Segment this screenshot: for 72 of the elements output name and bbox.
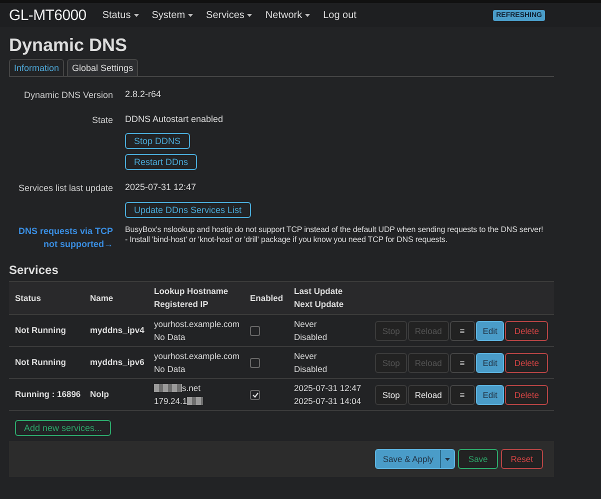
delete-button[interactable]: Delete	[505, 352, 548, 372]
more-button[interactable]: ≡	[450, 320, 475, 340]
edit-button[interactable]: Edit	[476, 352, 504, 372]
caret-icon	[247, 14, 252, 16]
hostname-cell-text: yourhost.example.com	[154, 350, 241, 362]
section-title: Services	[9, 263, 60, 277]
caret-icon	[188, 14, 194, 16]
warning-label[interactable]: DNS requests via TCP not supported→	[9, 225, 113, 251]
column-header: Last Update	[294, 285, 344, 298]
next-update-cell-text: Disabled	[294, 362, 328, 376]
delete-button[interactable]: Delete	[505, 320, 548, 340]
more-button[interactable]: ≡	[450, 352, 475, 372]
field-value: 2.8.2-r64	[125, 88, 162, 101]
reload-button[interactable]: Reload	[408, 384, 449, 404]
field-label: State	[90, 114, 113, 127]
redaction-mark	[154, 384, 182, 392]
status-cell-text: Not Running	[15, 324, 67, 337]
field-label: Services list last update	[17, 182, 113, 195]
action-button[interactable]: Stop DDNS	[125, 133, 190, 149]
last-update-cell-text: Never	[294, 318, 318, 330]
nav-menu-item[interactable]: Services	[206, 10, 252, 20]
nav-menu-item[interactable]: Status	[102, 10, 139, 20]
enabled-checkbox[interactable]	[250, 326, 260, 336]
enabled-checkbox[interactable]	[250, 358, 260, 368]
last-update-cell-text: Never	[294, 350, 318, 362]
nav-menu-item[interactable]: Log out	[323, 10, 356, 20]
redaction-mark	[187, 397, 204, 406]
warning-text: BusyBox's nslookup and hostip do not support TCP instead of the default UDP when sending requests to the DNS server!	[125, 225, 544, 235]
name-cell-text: myddns_ipv6	[90, 356, 146, 369]
status-cell-text: Running : 16896	[15, 388, 82, 401]
enabled-checkbox[interactable]	[250, 390, 260, 400]
router-brand[interactable]: GL-MT6000	[9, 6, 86, 24]
status-cell-text: Not Running	[15, 356, 67, 369]
edit-button[interactable]: Edit	[476, 384, 504, 404]
more-button[interactable]: ≡	[450, 384, 475, 404]
column-header: Status	[15, 292, 42, 304]
nav-menu-item[interactable]: Network	[265, 10, 310, 20]
ip-cell-text: No Data	[154, 330, 186, 344]
field-value: 2025-07-31 12:47	[125, 181, 198, 194]
caret-icon	[305, 14, 310, 16]
save-apply-button[interactable]: Save & Apply	[374, 449, 456, 469]
page-title: Dynamic DNS	[9, 35, 128, 56]
tab[interactable]: Information	[9, 59, 64, 76]
column-header: Name	[90, 292, 114, 304]
name-cell-text: myddns_ipv4	[90, 324, 146, 337]
ip-cell-text: No Data	[154, 362, 186, 376]
field-value: DDNS Autostart enabled	[125, 113, 224, 126]
hostname-cell: s.net	[154, 382, 250, 394]
edit-button[interactable]: Edit	[476, 320, 504, 340]
stop-button[interactable]: Stop	[375, 384, 407, 404]
add-service-button[interactable]: Add new services...	[15, 420, 112, 436]
action-button[interactable]: Update DDns Services List	[125, 202, 251, 218]
nav-menu-item[interactable]: System	[152, 10, 194, 20]
name-cell-text: NoIp	[90, 388, 110, 401]
ip-cell: 179.24.1	[154, 394, 250, 408]
column-header: Enabled	[250, 292, 284, 304]
caret-icon	[445, 458, 450, 460]
action-button[interactable]: Restart DDns	[125, 154, 198, 170]
warning-text: - Install 'bind-host' or 'knot-host' or 'drill' package if you know you need TCP for DNS requests.	[125, 235, 448, 245]
next-update-cell-text: 2025-07-31 14:04	[294, 394, 362, 408]
reset-button[interactable]: Reset	[500, 449, 543, 469]
hostname-cell-text: yourhost.example.com	[154, 318, 241, 330]
tab[interactable]: Global Settings	[67, 59, 138, 76]
last-update-cell-text: 2025-07-31 12:47	[294, 382, 362, 394]
delete-button[interactable]: Delete	[505, 384, 548, 404]
save-button[interactable]: Save	[458, 449, 498, 469]
column-header: Next Update	[294, 298, 345, 311]
column-header: Lookup Hostname	[154, 285, 230, 298]
caret-icon	[134, 14, 139, 16]
field-label: Dynamic DNS Version	[22, 89, 113, 102]
column-header: Registered IP	[154, 298, 210, 311]
next-update-cell-text: Disabled	[294, 330, 328, 344]
